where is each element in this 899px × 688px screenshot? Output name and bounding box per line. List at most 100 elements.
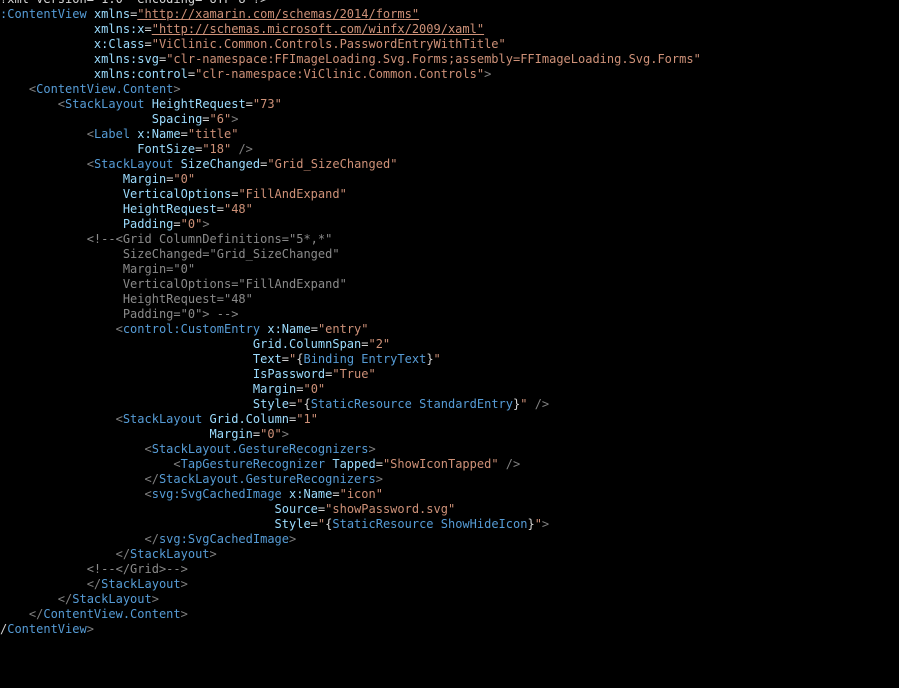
code-editor[interactable]: ?xml version="1.0" encoding="UTF-8"?>:Co…	[0, 0, 899, 688]
code-line[interactable]: /ContentView>	[0, 622, 701, 637]
code-token: =	[180, 127, 188, 141]
code-token: ContentView	[7, 622, 87, 636]
code-line[interactable]: Style="{StaticResource ShowHideIcon}">	[0, 517, 701, 532]
code-token: =	[310, 322, 318, 336]
code-token: xmlns:control	[93, 67, 188, 81]
code-area[interactable]: ?xml version="1.0" encoding="UTF-8"?>:Co…	[0, 0, 701, 637]
code-line[interactable]: Margin="0"	[0, 382, 701, 397]
code-line[interactable]: Source="showPassword.svg"	[0, 502, 701, 517]
code-line[interactable]: Spacing="6">	[0, 112, 701, 127]
code-line[interactable]: HeightRequest="48"	[0, 292, 701, 307]
code-line[interactable]: ?xml version="1.0" encoding="UTF-8"?>	[0, 0, 701, 7]
code-line[interactable]: </StackLayout>	[0, 577, 701, 592]
code-line[interactable]: <ContentView.Content>	[0, 82, 701, 97]
code-token: >	[209, 547, 217, 561]
code-line[interactable]: </svg:SvgCachedImage>	[0, 532, 701, 547]
code-line[interactable]: <Label x:Name="title"	[0, 127, 701, 142]
code-token: "http://xamarin.com/schemas/2014/forms"	[137, 7, 420, 21]
code-token: "ShowIconTapped"	[382, 457, 499, 471]
code-line[interactable]: VerticalOptions="FillAndExpand"	[0, 277, 701, 292]
code-line[interactable]: Grid.ColumnSpan="2"	[0, 337, 701, 352]
code-token: <	[144, 487, 152, 501]
code-line[interactable]: VerticalOptions="FillAndExpand"	[0, 187, 701, 202]
code-token: Padding	[122, 217, 174, 231]
code-token: StackLayout	[101, 577, 181, 591]
code-line[interactable]: Padding="0">	[0, 217, 701, 232]
code-token: svg:SvgCachedImage	[151, 487, 282, 501]
code-token: xmlns:svg	[93, 52, 159, 66]
code-line[interactable]: xmlns:svg="clr-namespace:FFImageLoading.…	[0, 52, 701, 67]
code-token: </	[144, 472, 159, 486]
code-line[interactable]: Margin="0">	[0, 427, 701, 442]
code-line[interactable]: <control:CustomEntry x:Name="entry"	[0, 322, 701, 337]
code-token: x:Name	[267, 322, 311, 336]
code-line[interactable]: HeightRequest="48"	[0, 202, 701, 217]
code-line[interactable]: <!--<Grid ColumnDefinitions="5*,*"	[0, 232, 701, 247]
code-token: >	[484, 67, 492, 81]
code-line[interactable]: </StackLayout>	[0, 592, 701, 607]
code-token: <	[86, 157, 94, 171]
code-line[interactable]: <!--</Grid>-->	[0, 562, 701, 577]
code-token: =	[332, 487, 340, 501]
code-token: <	[144, 442, 152, 456]
code-token: >	[173, 82, 181, 96]
code-line[interactable]: Margin="0"	[0, 172, 701, 187]
code-line[interactable]: Text="{Binding EntryText}"	[0, 352, 701, 367]
code-token: =	[375, 457, 383, 471]
code-token: "0"	[260, 427, 282, 441]
code-token: VerticalOptions="FillAndExpand"	[122, 277, 347, 291]
code-token: VerticalOptions	[122, 187, 232, 201]
code-token: =	[281, 352, 290, 366]
code-line[interactable]: :ContentView xmlns="http://xamarin.com/s…	[0, 7, 701, 22]
code-line[interactable]: </ContentView.Content>	[0, 607, 701, 622]
code-token: <!--</Grid>-->	[86, 562, 188, 576]
code-line[interactable]: IsPassword="True"	[0, 367, 701, 382]
code-line[interactable]: xmlns:x="http://schemas.microsoft.com/wi…	[0, 22, 701, 37]
code-token: ContentView.Content	[36, 82, 174, 96]
code-line[interactable]: <StackLayout HeightRequest="73"	[0, 97, 701, 112]
code-line[interactable]: <StackLayout Grid.Column="1"	[0, 412, 701, 427]
code-line[interactable]: xmlns:control="clr-namespace:ViClinic.Co…	[0, 67, 701, 82]
code-line[interactable]: </StackLayout>	[0, 547, 701, 562]
code-token: "http://schemas.microsoft.com/winfx/2009…	[151, 22, 485, 36]
code-line[interactable]: FontSize="18" />	[0, 142, 701, 157]
code-line[interactable]: x:Class="ViClinic.Common.Controls.Passwo…	[0, 37, 701, 52]
code-line[interactable]: </StackLayout.GestureRecognizers>	[0, 472, 701, 487]
code-line[interactable]: <StackLayout.GestureRecognizers>	[0, 442, 701, 457]
code-line[interactable]: Style="{StaticResource StandardEntry}" /…	[0, 397, 701, 412]
code-token: >	[151, 592, 159, 606]
code-token: xmlns	[93, 7, 131, 21]
code-line[interactable]: <StackLayout SizeChanged="Grid_SizeChang…	[0, 157, 701, 172]
code-token: x:Class	[93, 37, 145, 51]
code-token: :ContentView	[0, 7, 87, 21]
code-line[interactable]: SizeChanged="Grid_SizeChanged"	[0, 247, 701, 262]
code-token: Style	[252, 397, 289, 411]
code-token: Text	[252, 352, 282, 366]
code-token: </	[144, 532, 159, 546]
code-token: Source	[274, 502, 318, 516]
code-token: >	[231, 112, 239, 126]
code-line[interactable]: <TapGestureRecognizer Tapped="ShowIconTa…	[0, 457, 701, 472]
code-token: StackLayout	[122, 412, 203, 426]
code-token: HeightRequest="48"	[122, 292, 253, 306]
code-line[interactable]: Padding="0"> -->	[0, 307, 701, 322]
code-token: TapGestureRecognizer	[180, 457, 326, 471]
code-token: StackLayout	[93, 157, 174, 171]
code-line[interactable]: <svg:SvgCachedImage x:Name="icon"	[0, 487, 701, 502]
code-line[interactable]: Margin="0"	[0, 262, 701, 277]
code-token: }	[527, 517, 535, 531]
code-token: {	[303, 397, 311, 411]
